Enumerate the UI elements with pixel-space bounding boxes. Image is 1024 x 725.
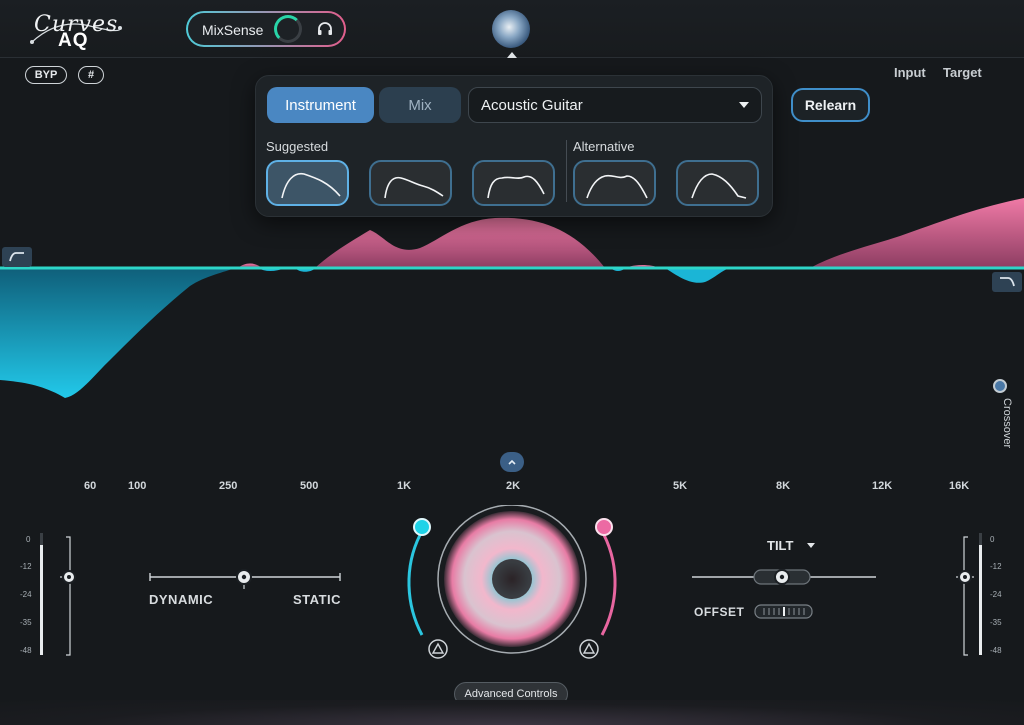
meter-tick: -35 (20, 618, 32, 627)
chevron-up-icon (508, 459, 516, 465)
top-bar: Curves AQ MixSense (0, 0, 1024, 58)
alternative-label: Alternative (573, 139, 635, 154)
input-toggle[interactable]: Input (894, 65, 926, 80)
suggested-label: Suggested (266, 139, 329, 154)
freq-label: 8K (776, 480, 791, 492)
meter-tick: -24 (20, 590, 32, 599)
boost-solo-icon (579, 639, 599, 659)
bypass-button[interactable]: BYP (25, 66, 67, 84)
dynamic-label: DYNAMIC (149, 592, 214, 607)
cut-amount-handle (413, 518, 431, 536)
high-cut-icon (1000, 277, 1015, 287)
freq-label: 2K (506, 480, 521, 492)
caret-up-icon (507, 52, 517, 58)
grid-toggle-button[interactable]: # (78, 66, 104, 84)
source-value: Acoustic Guitar (481, 97, 583, 114)
freq-label: 16K (949, 480, 970, 492)
mixsense-label: MixSense (202, 22, 264, 38)
alternative-preset-2[interactable] (676, 160, 759, 206)
high-cut-filter-button[interactable] (992, 272, 1022, 292)
freq-label: 60 (84, 480, 97, 492)
chevron-down-icon (739, 102, 749, 108)
meter-tick: -48 (20, 646, 32, 655)
chevron-down-icon (807, 543, 815, 548)
meter-tick: -48 (990, 646, 1002, 655)
offset-label: OFFSET (694, 605, 745, 619)
low-cut-icon (9, 252, 24, 262)
section-divider (566, 140, 567, 202)
expand-up-button[interactable] (500, 452, 524, 472)
suggested-preset-1[interactable] (266, 160, 349, 206)
freq-label: 500 (300, 480, 319, 492)
output-gain-meter[interactable]: 0 -12 -24 -35 -48 (950, 533, 1010, 663)
freq-label: 5K (673, 480, 688, 492)
offset-scroll-control[interactable] (754, 604, 814, 620)
cut-region-2 (665, 268, 730, 283)
profile-panel: Instrument Mix Acoustic Guitar Suggested… (255, 75, 773, 217)
meter-tick: -12 (20, 562, 32, 571)
crossover-toggle[interactable] (993, 379, 1007, 393)
input-gain-meter[interactable]: 0 -12 -24 -35 -48 (16, 533, 76, 663)
freq-label: 12K (872, 480, 893, 492)
meter-tick: 0 (26, 535, 31, 544)
eq-curve-display[interactable] (0, 190, 1024, 405)
curves-aq-logo: Curves AQ (28, 8, 128, 52)
cut-region (0, 268, 235, 398)
tab-mix[interactable]: Mix (379, 87, 461, 123)
meter-tick: -35 (990, 618, 1002, 627)
boost-amount-handle (595, 518, 613, 536)
mixsense-control[interactable]: MixSense (186, 11, 346, 47)
static-label: STATIC (293, 592, 342, 607)
crossover-label: Crossover (1001, 398, 1013, 449)
amount-dial[interactable] (400, 505, 624, 677)
logo-text-aq: AQ (58, 30, 89, 52)
freq-label: 1K (397, 480, 412, 492)
dynamic-static-slider[interactable] (148, 565, 344, 595)
meter-tick: -24 (990, 590, 1002, 599)
low-cut-filter-button[interactable] (2, 247, 32, 267)
tilt-mode-dropdown[interactable]: TILT (767, 538, 793, 553)
source-dropdown[interactable]: Acoustic Guitar (468, 87, 762, 123)
mixsense-knob[interactable] (274, 15, 302, 43)
relearn-button[interactable]: Relearn (791, 88, 870, 122)
freq-label: 100 (128, 480, 147, 492)
tab-instrument[interactable]: Instrument (267, 87, 374, 123)
boost-region (315, 217, 605, 268)
headphones-icon[interactable] (316, 20, 334, 38)
freq-label: 250 (219, 480, 238, 492)
cut-solo-icon (428, 639, 448, 659)
tilt-slider[interactable] (690, 566, 880, 590)
logo-aq: AQ (58, 30, 89, 51)
learn-orb-button[interactable] (492, 10, 530, 48)
suggested-preset-2[interactable] (369, 160, 452, 206)
boost-region-2 (810, 198, 1024, 268)
meter-tick: -12 (990, 562, 1002, 571)
bottom-glow (0, 700, 1024, 725)
alternative-preset-1[interactable] (573, 160, 656, 206)
suggested-preset-3[interactable] (472, 160, 555, 206)
target-toggle[interactable]: Target (943, 65, 982, 80)
meter-tick: 0 (990, 535, 995, 544)
